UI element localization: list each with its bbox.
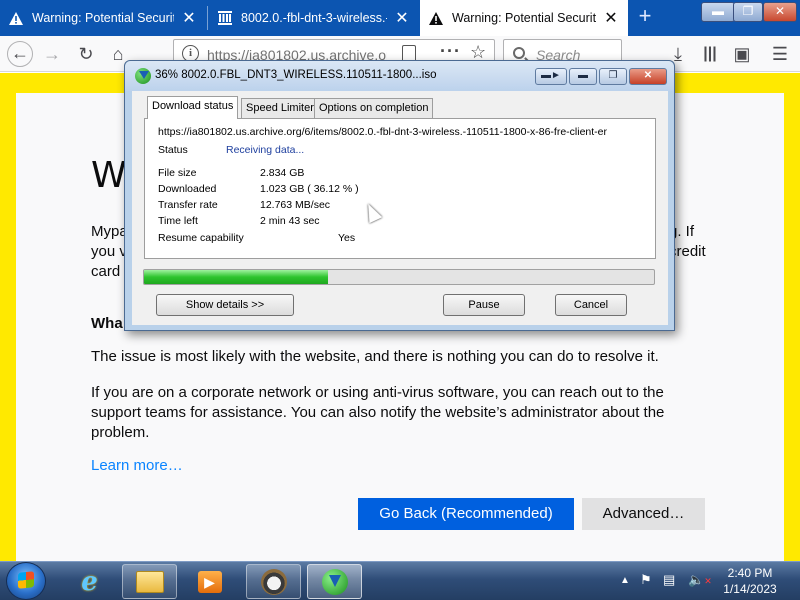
download-manager-icon (135, 68, 151, 84)
downloaded-label: Downloaded (158, 183, 217, 195)
download-progress-dialog: 36% 8002.0.FBL_DNT3_WIRELESS.110511-1800… (124, 60, 675, 331)
dialog-minimize-button[interactable]: ▬ (569, 68, 597, 85)
download-status-panel: https://ia801802.us.archive.org/6/items/… (144, 118, 656, 259)
close-icon[interactable]: ✕ (180, 8, 198, 28)
clock-date: 1/14/2023 (723, 582, 777, 596)
close-icon[interactable]: ✕ (602, 8, 620, 28)
sidebar-button[interactable]: ▣ (728, 40, 756, 68)
download-progress-bar (143, 269, 655, 285)
tab-speed-limiter[interactable]: Speed Limiter (241, 98, 319, 118)
internet-explorer-icon: e (81, 566, 98, 597)
taskbar-download-manager[interactable] (307, 564, 362, 599)
tab-warning-active[interactable]: Warning: Potential Security Risk Ahead ✕ (420, 0, 628, 36)
reload-button[interactable]: ↻ (72, 40, 100, 68)
dialog-close-button[interactable]: ✕ (629, 68, 667, 85)
cancel-button[interactable]: Cancel (555, 294, 627, 316)
resume-capability-value: Yes (338, 232, 356, 244)
taskbar-firefox[interactable] (246, 564, 301, 599)
raccoon-browser-icon (260, 568, 287, 595)
media-player-icon: ▶ (197, 570, 222, 593)
tab-label: 8002.0.-fbl-dnt-3-wireless.-110511-1800-… (241, 11, 387, 25)
network-icon[interactable]: ▤ (663, 572, 675, 588)
page-title: W (91, 155, 127, 196)
reload-icon: ↻ (78, 43, 94, 64)
description-line-3: card (91, 263, 121, 280)
hamburger-menu-icon: ☰ (771, 43, 789, 64)
taskbar-media-player[interactable]: ▶ (182, 564, 237, 599)
transfer-rate-label: Transfer rate (158, 199, 218, 211)
resume-capability-label: Resume capability (158, 232, 244, 244)
learn-more-link[interactable]: Learn more… (91, 457, 183, 474)
taskbar-internet-explorer[interactable]: e (62, 564, 117, 599)
tab-label: Warning: Potential Security Risk Ahead (452, 11, 596, 25)
show-hidden-icons[interactable]: ▲ (620, 575, 630, 586)
library-icon: ||| (703, 45, 717, 62)
time-left-label: Time left (158, 215, 198, 227)
tab-label: Warning: Potential Security Risk Ahead (32, 11, 174, 25)
system-clock[interactable]: 2:40 PM 1/14/2023 (712, 565, 788, 597)
home-icon: ⌂ (112, 43, 124, 64)
download-arrow-icon: ⤓ (674, 43, 682, 64)
back-arrow-icon: ← (7, 41, 33, 67)
clock-time: 2:40 PM (727, 566, 773, 580)
show-details-button[interactable]: Show details >> (156, 294, 294, 316)
status-value: Receiving data... (226, 144, 305, 156)
transfer-rate-value: 12.763 MB/sec (260, 199, 331, 211)
dialog-title-bar[interactable]: 36% 8002.0.FBL_DNT3_WIRELESS.110511-1800… (125, 61, 674, 91)
menu-button[interactable]: ☰ (766, 40, 794, 68)
dialog-title: 36% 8002.0.FBL_DNT3_WIRELESS.110511-1800… (155, 69, 437, 81)
download-manager-icon (321, 568, 348, 595)
dialog-maximize-button[interactable]: ❐ (599, 68, 627, 85)
warning-icon (428, 10, 444, 26)
library-button[interactable]: ||| (696, 40, 724, 68)
time-left-value: 2 min 43 sec (260, 215, 320, 227)
folder-icon (135, 570, 164, 593)
search-icon (513, 47, 525, 59)
maximize-button[interactable]: ❐ (733, 2, 763, 22)
go-back-button[interactable]: Go Back (Recommended) (358, 498, 574, 530)
tab-options-on-completion[interactable]: Options on completion (314, 98, 434, 118)
description-line-2: you v (91, 243, 127, 260)
archive-icon (217, 10, 233, 26)
close-icon[interactable]: ✕ (393, 8, 411, 28)
tab-warning-1[interactable]: Warning: Potential Security Risk Ahead ✕ (0, 0, 206, 36)
description-line-1: Mypa (91, 223, 128, 240)
advice-line-1: If you are on a corporate network or usi… (91, 384, 664, 401)
hide-to-tray-button[interactable]: ▬► (535, 68, 567, 85)
minimize-button[interactable]: ▬ (701, 2, 735, 22)
page-actions-icon[interactable]: ··· (440, 41, 461, 62)
pause-button[interactable]: Pause (443, 294, 525, 316)
taskbar-file-explorer[interactable] (122, 564, 177, 599)
tab-download-status[interactable]: Download status (147, 96, 239, 119)
forward-arrow-icon: → (43, 43, 61, 64)
action-center-flag-icon[interactable]: ⚑ (640, 572, 652, 588)
advice-line-3: problem. (91, 424, 150, 441)
start-button[interactable] (6, 562, 46, 600)
file-size-label: File size (158, 167, 197, 179)
volume-muted-icon[interactable]: 🔈✕ (688, 572, 712, 588)
new-tab-button[interactable]: + (632, 0, 658, 34)
file-size-value: 2.834 GB (260, 167, 305, 179)
forward-button[interactable]: → (38, 40, 66, 68)
section-heading: Wha (91, 315, 123, 332)
issue-paragraph: The issue is most likely with the websit… (91, 348, 659, 365)
downloaded-value: 1.023 GB ( 36.12 % ) (260, 183, 359, 195)
warning-icon (8, 10, 24, 26)
advanced-button[interactable]: Advanced… (582, 498, 705, 530)
close-button[interactable]: ✕ (763, 2, 797, 22)
download-url: https://ia801802.us.archive.org/6/items/… (158, 126, 607, 138)
progress-fill (144, 270, 329, 284)
windows-taskbar: e ▶ ▲ ⚑ ▤ 🔈✕ 2:40 PM 1/14/2023 (0, 561, 800, 600)
dialog-body: Download status Speed Limiter Options on… (132, 91, 668, 325)
tab-strip: Warning: Potential Security Risk Ahead ✕… (0, 0, 800, 36)
advice-line-2: support teams for assistance. You can al… (91, 404, 665, 421)
status-label: Status (158, 144, 188, 156)
tab-archive[interactable]: 8002.0.-fbl-dnt-3-wireless.-110511-1800-… (209, 0, 419, 36)
sidebar-icon: ▣ (733, 43, 751, 64)
back-button[interactable]: ← (6, 40, 34, 68)
tab-separator (207, 6, 208, 30)
